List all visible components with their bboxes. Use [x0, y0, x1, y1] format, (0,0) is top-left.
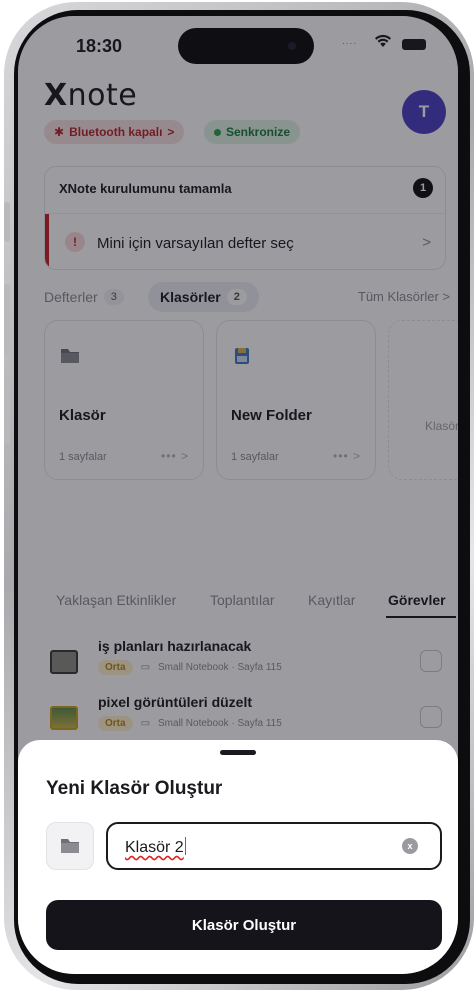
sheet-title: Yeni Klasör Oluştur — [46, 778, 223, 799]
volume-up-button — [4, 284, 10, 354]
sheet-grabber[interactable] — [220, 750, 256, 755]
volume-down-button — [4, 374, 10, 444]
create-folder-button[interactable]: Klasör Oluştur — [46, 900, 442, 950]
mute-switch — [4, 202, 10, 242]
new-folder-sheet: Yeni Klasör Oluştur Klasör 2 x Klasör Ol… — [18, 740, 458, 974]
folder-icon-picker[interactable] — [46, 822, 94, 870]
app-screen: 18:30 .... Xnote T ✱ Bluetooth kapalı > … — [18, 16, 458, 974]
folder-icon — [61, 839, 79, 853]
folder-name-value: Klasör 2 — [125, 839, 184, 856]
clear-input-icon[interactable]: x — [402, 838, 418, 854]
